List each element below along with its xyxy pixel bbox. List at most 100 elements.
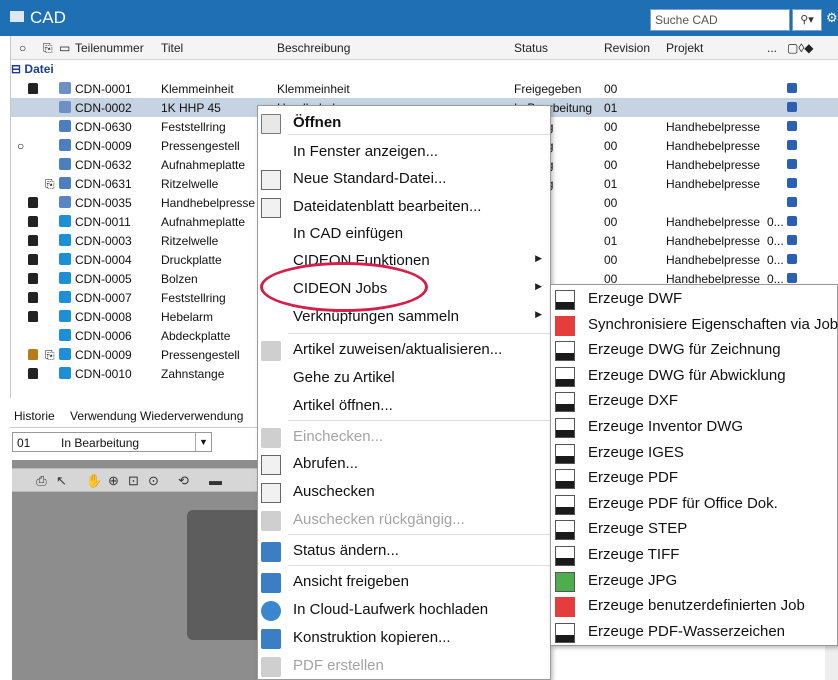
- menu-item-in-cloud-laufwerk-hochladen[interactable]: In Cloud-Laufwerk hochladen: [258, 597, 550, 623]
- settings-icon[interactable]: ⚙: [826, 10, 838, 26]
- item-status-icon: [787, 140, 797, 150]
- cell-titel: Abdeckplatte: [161, 329, 231, 343]
- dxf-icon: [555, 392, 575, 413]
- checkin-icon: [261, 428, 281, 448]
- menu-item-einchecken[interactable]: Einchecken...: [258, 424, 550, 450]
- cell-projekt: Handhebelpresse: [666, 158, 761, 172]
- menu-item-konstruktion-kopieren[interactable]: Konstruktion kopieren...: [258, 625, 550, 651]
- zoom-window-icon[interactable]: ⊡: [126, 473, 141, 488]
- menu-item-auschecken[interactable]: Auschecken: [258, 479, 550, 505]
- search-options-button[interactable]: ⚲▾: [792, 9, 822, 31]
- submenu-item-erzeuge-dwf[interactable]: Erzeuge DWF: [551, 287, 837, 312]
- scrollbar[interactable]: [825, 640, 838, 680]
- print-icon[interactable]: ⎙: [34, 473, 49, 488]
- zoom-icon[interactable]: ⊕: [106, 473, 121, 488]
- cideon-jobs-submenu: Erzeuge DWF Synchronisiere Eigenschaften …: [550, 284, 838, 646]
- group-datei[interactable]: ⊟ Datei: [11, 62, 54, 78]
- orbit-icon[interactable]: ⟲: [176, 473, 191, 488]
- menu-item-artikel-öffnen[interactable]: Artikel öffnen...: [258, 393, 550, 419]
- menu-separator: [288, 134, 550, 135]
- menu-item-gehe-zu-artikel[interactable]: Gehe zu Artikel: [258, 365, 550, 391]
- tab-historie[interactable]: Historie: [14, 409, 55, 423]
- col-more[interactable]: ...: [767, 41, 777, 55]
- cell-revision: 01: [604, 177, 618, 191]
- cell-teilenummer: CDN-0630: [75, 120, 132, 134]
- cell-titel: Aufnahmeplatte: [161, 215, 246, 229]
- new-file-icon: [261, 170, 281, 190]
- cell-projekt: Handhebelpresse: [666, 234, 761, 248]
- cell-teilenummer: CDN-0009: [75, 348, 132, 362]
- state-column-icon[interactable]: ○: [19, 41, 26, 55]
- submenu-item-erzeuge-pdf-wasserzeichen[interactable]: Erzeuge PDF-Wasserzeichen: [551, 620, 837, 645]
- title-bar: CAD Suche CAD ⚲▾ ⚙: [0, 0, 838, 36]
- zoom-fit-icon[interactable]: ⊙: [146, 473, 161, 488]
- pan-icon[interactable]: ✋: [86, 473, 102, 488]
- menu-item-neue-standard-datei[interactable]: Neue Standard-Datei...: [258, 166, 550, 192]
- submenu-item-erzeuge-step[interactable]: Erzeuge STEP: [551, 517, 837, 542]
- cell-titel: Feststellring: [161, 120, 226, 134]
- model-viewer[interactable]: ⎙ ↖ ✋ ⊕ ⊡ ⊙ ⟲ ▬: [12, 460, 267, 680]
- submenu-item-erzeuge-inventor-dwg[interactable]: Erzeuge Inventor DWG: [551, 415, 837, 440]
- cell-teilenummer: CDN-0008: [75, 310, 132, 324]
- cell-revision: 00: [604, 215, 618, 229]
- cell-teilenummer: CDN-0006: [75, 329, 132, 343]
- cell-titel: Bolzen: [161, 272, 198, 286]
- col-revision[interactable]: Revision: [604, 41, 650, 55]
- menu-item-abrufen[interactable]: Abrufen...: [258, 451, 550, 477]
- menu-item-in-fenster-anzeigen[interactable]: In Fenster anzeigen...: [258, 139, 550, 165]
- attachment-icon: ⎘: [45, 177, 55, 191]
- type-column-icon[interactable]: ▭: [59, 41, 70, 55]
- cell-revision: 00: [604, 158, 618, 172]
- pdf-icon: [261, 657, 281, 677]
- col-status[interactable]: Status: [514, 41, 548, 55]
- column-options-icon[interactable]: ▢◊◆: [787, 41, 814, 55]
- menu-item-auschecken-rückgängig[interactable]: Auschecken rückgängig...: [258, 507, 550, 533]
- measure-icon[interactable]: ▬: [208, 473, 223, 488]
- file-type-icon: [59, 348, 71, 360]
- chevron-down-icon[interactable]: ▼: [195, 433, 211, 451]
- col-titel[interactable]: Titel: [161, 41, 183, 55]
- detail-tabs: Historie Verwendung Wiederverwendung: [10, 404, 257, 428]
- cell-titel: Handhebelpresse: [161, 196, 256, 210]
- menu-item-pdf-erstellen[interactable]: PDF erstellen: [258, 653, 550, 679]
- menu-item-status-ändern[interactable]: Status ändern...: [258, 538, 550, 564]
- cad-folder-icon: [10, 11, 24, 22]
- dwf-icon: [555, 290, 575, 310]
- tab-verwendung[interactable]: Verwendung: [70, 409, 137, 423]
- cell-projekt: Handhebelpresse: [666, 120, 761, 134]
- submenu-item-erzeuge-benutzerdefinierten-job[interactable]: Erzeuge benutzerdefinierten Job: [551, 594, 837, 619]
- col-projekt[interactable]: Projekt: [666, 41, 703, 55]
- file-type-icon: [59, 139, 71, 151]
- tiff-icon: [555, 546, 575, 566]
- tab-wiederverwendung[interactable]: Wiederverwendung: [140, 409, 243, 423]
- attachment-column-icon[interactable]: ⎘: [43, 41, 53, 56]
- submenu-item-erzeuge-tiff[interactable]: Erzeuge TIFF: [551, 543, 837, 568]
- menu-item-ansicht-freigeben[interactable]: Ansicht freigeben: [258, 569, 550, 595]
- revision-dropdown[interactable]: 01 In Bearbeitung ▼: [12, 432, 212, 452]
- menu-separator: [288, 420, 550, 421]
- menu-item-dateidatenblatt-bearbeiten[interactable]: Dateidatenblatt bearbeiten...: [258, 194, 550, 220]
- submenu-item-erzeuge-dxf[interactable]: Erzeuge DXF: [551, 389, 837, 414]
- submenu-item-synchronisiere-eigenschaften-via-job[interactable]: Synchronisiere Eigenschaften via Job: [551, 313, 838, 338]
- col-teilenummer[interactable]: Teilenummer: [75, 41, 144, 55]
- submenu-arrow-icon: ▶: [535, 253, 542, 263]
- cell-projekt: Handhebelpresse: [666, 253, 761, 267]
- submenu-item-erzeuge-pdf-für-office-dok[interactable]: Erzeuge PDF für Office Dok.: [551, 492, 837, 517]
- context-menu: Öffnen In Fenster anzeigen... Neue Standar…: [257, 105, 551, 680]
- menu-item-in-cad-einfügen[interactable]: In CAD einfügen: [258, 221, 550, 247]
- col-beschreibung[interactable]: Beschreibung: [277, 41, 350, 55]
- file-type-icon: [59, 177, 71, 189]
- submenu-item-erzeuge-pdf[interactable]: Erzeuge PDF: [551, 466, 837, 491]
- select-icon[interactable]: ↖: [54, 473, 69, 488]
- submenu-item-erzeuge-jpg[interactable]: Erzeuge JPG: [551, 569, 837, 594]
- submenu-item-erzeuge-iges[interactable]: Erzeuge IGES: [551, 441, 837, 466]
- file-type-icon: [59, 158, 71, 170]
- menu-item-öffnen[interactable]: Öffnen: [258, 110, 550, 136]
- cell-more: 0...: [767, 215, 784, 229]
- search-input[interactable]: Suche CAD: [650, 9, 790, 31]
- group-collapse-icon[interactable]: ⊟: [11, 62, 21, 76]
- submenu-item-erzeuge-dwg-für-zeichnung[interactable]: Erzeuge DWG für Zeichnung: [551, 338, 837, 363]
- menu-item-artikel-zuweisen-aktualisieren[interactable]: Artikel zuweisen/aktualisieren...: [258, 337, 550, 363]
- submenu-item-erzeuge-dwg-für-abwicklung[interactable]: Erzeuge DWG für Abwicklung: [551, 364, 837, 389]
- table-row[interactable]: CDN-0001 Klemmeinheit Klemmeinheit Freigege…: [11, 79, 838, 98]
